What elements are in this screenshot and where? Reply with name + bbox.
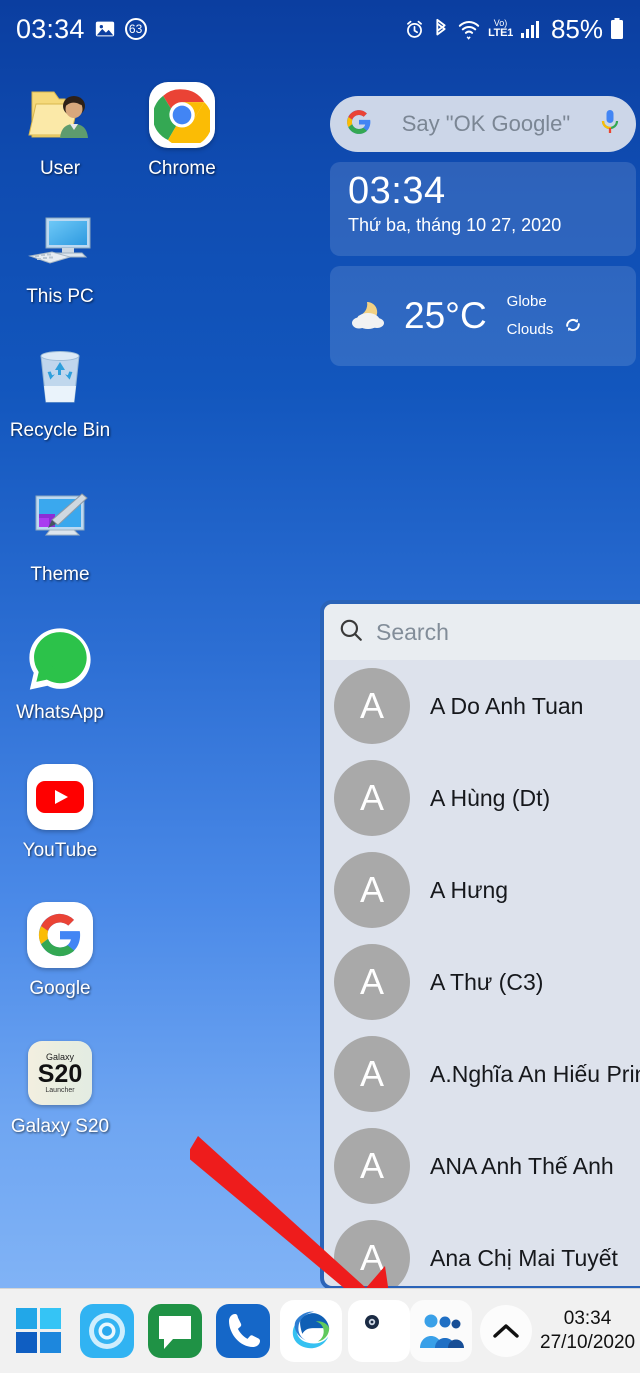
avatar: A (334, 852, 410, 928)
cortana-button[interactable] (76, 1300, 138, 1362)
chrome-icon (145, 78, 219, 152)
contact-name: ANA Anh Thế Anh (430, 1152, 614, 1179)
google-g-icon (346, 109, 372, 140)
desktop-icon-youtube[interactable]: YouTube (0, 760, 120, 862)
desktop-icon-this-pc[interactable]: This PC (0, 206, 120, 308)
google-search-placeholder: Say "OK Google" (401, 111, 571, 136)
contact-name: A Do Anh Tuan (430, 692, 584, 719)
image-icon (94, 18, 116, 40)
edge-button[interactable] (280, 1300, 342, 1362)
whatsapp-icon (23, 622, 97, 696)
clock-widget-time: 03:34 (348, 170, 446, 212)
signal-icon (520, 19, 540, 39)
status-bar-right: Vo) LTE1 85% (404, 14, 624, 45)
desktop-icon-theme[interactable]: Theme (0, 484, 120, 586)
status-bar-clock: 03:34 (16, 13, 85, 44)
bluetooth-icon (432, 18, 450, 40)
contacts-list[interactable]: A A Do Anh Tuan A A Hùng (Dt) A A Hưng A… (324, 660, 640, 1286)
recycle-bin-icon (23, 340, 97, 414)
phone-button[interactable] (212, 1300, 274, 1362)
contacts-search-field[interactable]: Search (324, 604, 640, 660)
taskbar-left-group (0, 1300, 410, 1362)
list-item[interactable]: A Ana Chị Mai Tuyết (324, 1212, 640, 1286)
desktop-icon-google[interactable]: Google (0, 898, 120, 1000)
desktop-icon-label: YouTube (22, 840, 98, 861)
list-item[interactable]: A A Do Anh Tuan (324, 660, 640, 752)
galaxy-icon-bottom: Launcher (45, 1087, 75, 1094)
clock-widget[interactable]: 03:34 Thứ ba, tháng 10 27, 2020 (330, 162, 636, 256)
contact-name: A.Nghĩa An Hiếu Print (430, 1060, 640, 1087)
wifi-icon (457, 18, 481, 40)
microphone-icon[interactable] (600, 109, 620, 140)
list-item[interactable]: A A.Nghĩa An Hiếu Print (324, 1028, 640, 1120)
desktop-icon-label: WhatsApp (16, 702, 104, 723)
desktop-icon-label: Galaxy S20 (10, 1116, 110, 1137)
desktop-icon-label: Recycle Bin (9, 420, 111, 441)
weather-meta: Globe Clouds (507, 288, 584, 344)
this-pc-icon (23, 206, 97, 280)
google-search-widget[interactable]: Say "OK Google" (330, 96, 636, 152)
contact-name: A Hưng (430, 876, 509, 903)
contact-name: A Thư (C3) (430, 968, 544, 995)
taskbar-clock-time: 03:34 (563, 1308, 612, 1330)
galaxy-icon-model: S20 (37, 1060, 83, 1088)
weather-temperature: 25°C (404, 295, 487, 336)
chevron-up-icon[interactable] (480, 1305, 532, 1357)
moon-cloud-icon (348, 296, 392, 337)
people-icon[interactable] (410, 1300, 472, 1362)
list-item[interactable]: A ANA Anh Thế Anh (324, 1120, 640, 1212)
avatar: A (334, 1220, 410, 1286)
notification-count-badge: 63 (124, 18, 147, 40)
user-folder-icon (23, 78, 97, 152)
desktop-icon-label: User (39, 158, 81, 179)
desktop-icon-chrome[interactable]: Chrome (122, 78, 242, 180)
desktop-icon-galaxy-s20[interactable]: Galaxy S20 Launcher Galaxy S20 (0, 1036, 120, 1138)
refresh-icon[interactable] (563, 315, 583, 344)
weather-widget[interactable]: 25°C Globe Clouds (330, 266, 636, 366)
status-bar: 03:34 63 Vo) LTE1 85% (0, 0, 640, 58)
contact-name: A Hùng (Dt) (430, 784, 551, 811)
avatar: A (334, 668, 410, 744)
taskbar-right-group: 03:34 27/10/2020 (410, 1300, 640, 1362)
youtube-icon (23, 760, 97, 834)
contact-name: Ana Chị Mai Tuyết (430, 1244, 618, 1271)
avatar: A (334, 760, 410, 836)
desktop-icon-user[interactable]: User (0, 78, 120, 180)
list-item[interactable]: A A Thư (C3) (324, 936, 640, 1028)
taskbar-clock-date: 27/10/2020 (540, 1332, 636, 1353)
messages-button[interactable] (144, 1300, 206, 1362)
alarm-icon (404, 19, 425, 40)
weather-location: Globe (506, 293, 547, 310)
taskbar-clock[interactable]: 03:34 27/10/2020 (540, 1307, 635, 1355)
galaxy-s20-launcher-icon: Galaxy S20 Launcher (23, 1036, 97, 1110)
android-home-screen: 03:34 63 Vo) LTE1 85% User Chrome This P… (0, 0, 640, 1373)
clock-widget-date: Thứ ba, tháng 10 27, 2020 (348, 214, 562, 235)
desktop-icon-label: Theme (30, 564, 90, 585)
list-item[interactable]: A A Hùng (Dt) (324, 752, 640, 844)
avatar: A (334, 1128, 410, 1204)
avatar: A (334, 944, 410, 1020)
avatar: A (334, 1036, 410, 1112)
search-icon (338, 617, 364, 648)
taskbar: 03:34 27/10/2020 (0, 1288, 640, 1373)
list-item[interactable]: A A Hưng (324, 844, 640, 936)
status-bar-left: 03:34 63 (16, 14, 147, 45)
desktop-icon-label: This PC (26, 286, 94, 307)
theme-icon (23, 484, 97, 558)
volte-icon: Vo) LTE1 (488, 18, 513, 39)
battery-icon (610, 17, 624, 41)
camera-button[interactable] (348, 1300, 410, 1362)
desktop-icon-label: Chrome (148, 158, 216, 179)
desktop-icon-label: Google (29, 978, 91, 999)
weather-condition: Clouds (506, 321, 554, 338)
battery-percent: 85% (550, 13, 603, 44)
desktop-icon-whatsapp[interactable]: WhatsApp (0, 622, 120, 724)
contacts-panel: Search A A Do Anh Tuan A A Hùng (Dt) A A… (320, 600, 640, 1290)
desktop-icon-recycle-bin[interactable]: Recycle Bin (0, 340, 120, 442)
google-icon (23, 898, 97, 972)
start-button[interactable] (8, 1300, 70, 1362)
contacts-search-placeholder: Search (376, 618, 449, 645)
